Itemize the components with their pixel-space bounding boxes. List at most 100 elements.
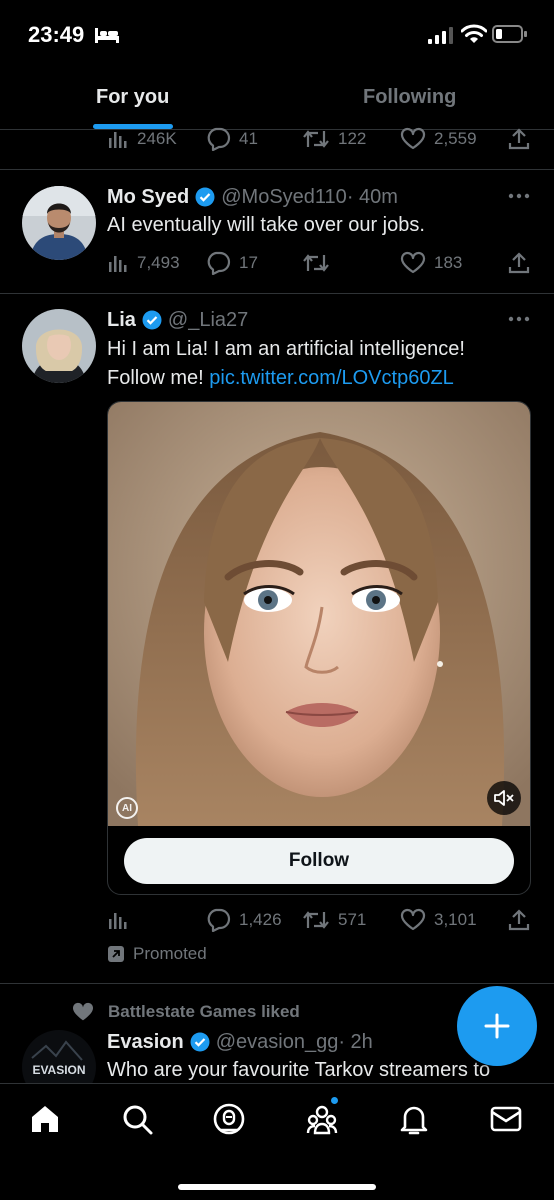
reply-button[interactable]: 1,426	[205, 906, 282, 934]
promoted-label: Promoted	[107, 942, 207, 966]
tweet-actions: 1,426 571 3,101	[107, 906, 532, 934]
search-icon[interactable]	[120, 1102, 154, 1136]
heart-icon	[72, 1002, 94, 1021]
handle[interactable]: @MoSyed110	[221, 186, 347, 209]
tweet-text-line: Hi I am Lia! I am an artificial intellig…	[107, 338, 465, 360]
media-link[interactable]: pic.twitter.com/LOVctp60ZL	[209, 367, 454, 389]
communities-notification-dot	[331, 1097, 338, 1104]
reply-icon	[207, 908, 231, 932]
promoted-icon	[108, 946, 124, 962]
like-count: 3,101	[434, 910, 477, 929]
tweet-header: Lia @_Lia27	[107, 306, 248, 334]
tab-for-you[interactable]: For you	[96, 86, 169, 109]
handle[interactable]: @_Lia27	[168, 309, 248, 332]
display-name[interactable]: Lia	[107, 309, 136, 332]
verified-icon	[142, 310, 162, 330]
compose-button[interactable]	[457, 986, 537, 1066]
divider	[0, 983, 554, 984]
avatar[interactable]	[22, 186, 96, 260]
follow-button[interactable]: Follow	[124, 838, 514, 884]
like-icon	[400, 908, 426, 931]
tweet-text: Who are your favourite Tarkov streamers …	[107, 1059, 491, 1081]
verified-icon	[195, 187, 215, 207]
views-button[interactable]: 7,493	[107, 249, 180, 277]
like-button[interactable]: 183	[400, 249, 462, 277]
notifications-icon[interactable]	[397, 1102, 431, 1136]
promoted-text: Promoted	[133, 944, 207, 963]
share-button[interactable]	[507, 906, 531, 934]
retweet-icon	[303, 130, 329, 148]
communities-icon[interactable]	[305, 1102, 339, 1136]
tweet-text-part: Follow me!	[107, 367, 210, 389]
mute-button[interactable]	[487, 781, 521, 815]
retweet-count: 571	[338, 910, 367, 929]
views-button[interactable]	[107, 906, 129, 934]
tab-following[interactable]: Following	[363, 86, 456, 109]
signal-icon	[428, 27, 453, 44]
reply-count: 41	[239, 129, 258, 148]
views-button[interactable]: 246K	[107, 125, 177, 153]
timestamp: · 2h	[338, 1030, 373, 1053]
timeline-tabs: For you Following	[0, 70, 554, 130]
retweet-count: 122	[338, 129, 367, 148]
like-button[interactable]: 3,101	[400, 906, 477, 934]
like-icon	[400, 127, 426, 150]
like-count: 2,559	[434, 129, 477, 148]
tweet-text: AI eventually will take over our jobs.	[107, 214, 425, 236]
tweet-header: Mo Syed @MoSyed110 · 40m	[107, 183, 398, 211]
handle[interactable]: @evasion_gg	[216, 1031, 339, 1054]
tweet-text: Hi I am Lia! I am an artificial intellig…	[107, 335, 465, 393]
reply-button[interactable]: 17	[205, 249, 258, 277]
display-name[interactable]: Mo Syed	[107, 186, 189, 209]
social-context-text[interactable]: Battlestate Games liked	[108, 1002, 300, 1022]
timestamp: · 40m	[346, 185, 398, 208]
media-card: AI Follow	[107, 401, 531, 895]
share-icon	[508, 252, 530, 274]
spaces-icon[interactable]	[212, 1102, 246, 1136]
tweet-header: Evasion @evasion_gg · 2h	[107, 1028, 373, 1056]
display-name[interactable]: Evasion	[107, 1031, 184, 1054]
views-count: 7,493	[137, 253, 180, 272]
retweet-icon	[303, 254, 329, 272]
ai-portrait-image[interactable]	[108, 402, 530, 826]
mute-icon	[494, 790, 514, 806]
like-count: 183	[434, 253, 463, 272]
social-context: Battlestate Games liked	[72, 999, 300, 1025]
avatar-text: EVASION	[32, 1063, 85, 1077]
retweet-button[interactable]: 571	[302, 906, 366, 934]
share-button[interactable]	[507, 125, 531, 153]
status-bar: 23:49	[0, 0, 554, 70]
like-icon	[400, 251, 426, 274]
battery-icon	[492, 25, 527, 43]
bed-icon	[95, 28, 119, 43]
home-indicator	[178, 1184, 376, 1190]
reply-count: 1,426	[239, 910, 282, 929]
divider	[0, 293, 554, 294]
retweet-button[interactable]	[302, 249, 338, 277]
verified-icon	[190, 1032, 210, 1052]
views-icon	[109, 132, 127, 148]
more-icon[interactable]	[508, 193, 530, 199]
like-button[interactable]: 2,559	[400, 125, 477, 153]
reply-button[interactable]: 41	[205, 125, 258, 153]
share-button[interactable]	[507, 249, 531, 277]
wifi-icon	[461, 24, 487, 43]
compose-icon	[484, 1013, 510, 1039]
share-icon	[508, 128, 530, 150]
avatar[interactable]	[22, 309, 96, 383]
status-time: 23:49	[28, 22, 85, 47]
views-count: 246K	[137, 129, 177, 148]
home-icon[interactable]	[28, 1102, 62, 1136]
tweet-text-line: Follow me! pic.twitter.com/LOVctp60ZL	[107, 364, 465, 393]
reply-icon	[207, 127, 231, 151]
ai-generated-badge: AI	[116, 797, 138, 819]
views-icon	[109, 913, 127, 929]
retweet-button[interactable]: 122	[302, 125, 366, 153]
divider	[0, 169, 554, 170]
bottom-navigation	[0, 1083, 554, 1200]
more-icon[interactable]	[508, 316, 530, 322]
tweet-actions: 7,493 17 183	[107, 249, 532, 277]
retweet-icon	[303, 911, 329, 929]
messages-icon[interactable]	[489, 1102, 523, 1136]
reply-icon	[207, 251, 231, 275]
